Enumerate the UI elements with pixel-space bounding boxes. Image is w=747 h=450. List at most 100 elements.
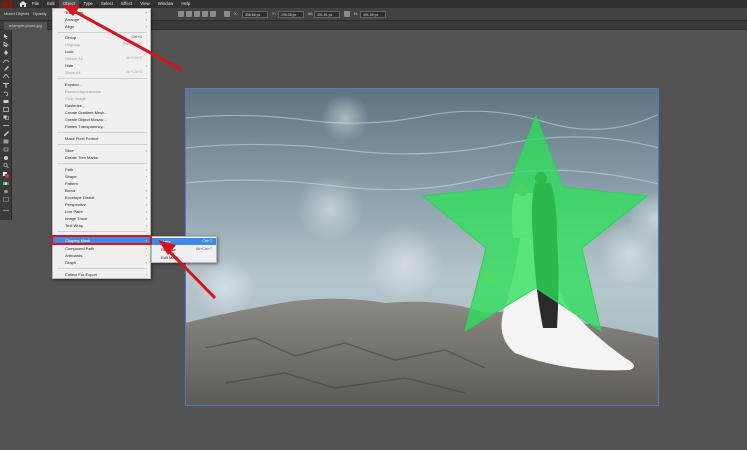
eraser-tool-icon[interactable] [3, 99, 9, 104]
menu-item-rasterize[interactable]: Rasterize... [53, 102, 150, 109]
menu-item-expand[interactable]: Expand... [53, 81, 150, 88]
menu-item-create-object-mosaic[interactable]: Create Object Mosaic... [53, 116, 150, 123]
tools-panel [0, 30, 12, 220]
menu-separator [57, 231, 147, 232]
align-right-icon[interactable] [194, 11, 200, 17]
align-center-icon[interactable] [186, 11, 192, 17]
lens-flare [367, 225, 443, 301]
x-field[interactable]: 308.86 px [242, 10, 268, 18]
zoom-tool-icon[interactable] [3, 163, 9, 168]
y-label: Y: [272, 11, 276, 16]
color-mode-icon[interactable] [3, 181, 9, 186]
menu-item-crop-image[interactable]: Crop Image [53, 95, 150, 102]
app-logo [2, 0, 12, 8]
menu-item-flatten-transparency[interactable]: Flatten Transparency... [53, 123, 150, 130]
menu-effect[interactable]: Effect [117, 0, 136, 8]
menu-item-slice[interactable]: Slice › [53, 147, 150, 154]
rotate-tool-icon[interactable] [3, 91, 9, 96]
menu-item-show-all[interactable]: Show All Alt+Ctrl+3 [53, 69, 150, 76]
y-field[interactable]: 208.08 px [278, 10, 304, 18]
menu-item-artboards[interactable]: Artboards › [53, 252, 150, 259]
direct-selection-tool-icon[interactable] [3, 42, 9, 47]
menu-item-graph[interactable]: Graph › [53, 259, 150, 266]
selection-tool-icon[interactable] [3, 34, 9, 39]
align-middle-icon[interactable] [210, 11, 216, 17]
menu-item-unlock-all[interactable]: Unlock All Alt+Ctrl+2 [53, 55, 150, 62]
menu-separator [57, 132, 147, 133]
align-top-icon[interactable] [202, 11, 208, 17]
lens-flare [321, 94, 369, 142]
menu-item-lock[interactable]: Lock › [53, 48, 150, 55]
submenu-item-make[interactable]: Make Ctrl+7 [152, 238, 216, 245]
menu-separator [57, 32, 147, 33]
more-tools-icon[interactable] [3, 208, 9, 213]
reference-point-icon[interactable] [224, 11, 230, 17]
menu-item-blend[interactable]: Blend › [53, 187, 150, 194]
lens-flare [296, 174, 364, 242]
screen-mode-icon[interactable] [3, 197, 9, 202]
menu-edit[interactable]: Edit [43, 0, 59, 8]
width-field[interactable]: 301.81 px [314, 10, 340, 18]
menu-item-arrange[interactable]: Arrange › [53, 16, 150, 23]
menu-item-group[interactable]: Group Ctrl+G [53, 34, 150, 41]
menu-bar: File Edit Object Type Select Effect View… [0, 0, 747, 14]
menu-item-perspective[interactable]: Perspective › [53, 201, 150, 208]
width-tool-icon[interactable] [3, 123, 9, 128]
tab-document[interactable]: example-photo.jpg [4, 22, 47, 30]
rectangle-tool-icon[interactable] [3, 107, 9, 112]
menu-item-ungroup[interactable]: Ungroup Shift+Ctrl+G [53, 41, 150, 48]
hand-tool-icon[interactable] [3, 155, 9, 160]
menu-item-envelope-distort[interactable]: Envelope Distort › [53, 194, 150, 201]
link-icon[interactable] [344, 11, 350, 17]
height-field[interactable]: 401.59 px [360, 10, 386, 18]
menu-item-expand-appearance[interactable]: Expand Appearance [53, 88, 150, 95]
menu-file[interactable]: File [28, 0, 43, 8]
workspace-grid-icon[interactable] [198, 1, 206, 14]
menu-separator [57, 163, 147, 164]
mixed-objects-label: Mixed Objects [4, 11, 30, 16]
eyedropper-tool-icon[interactable] [3, 131, 9, 136]
artboard-tool-icon[interactable] [3, 147, 9, 152]
scale-tool-icon[interactable] [3, 115, 9, 120]
x-label: X: [234, 11, 238, 16]
menu-item-shape[interactable]: Shape › [53, 173, 150, 180]
menu-separator [57, 144, 147, 145]
menu-select[interactable]: Select [97, 0, 117, 8]
lens-flare [195, 258, 255, 318]
menu-item-pattern[interactable]: Pattern › [53, 180, 150, 187]
menu-item-make-pixel-perfect[interactable]: Make Pixel Perfect [53, 135, 150, 142]
menu-item-compound-path[interactable]: Compound Path › [53, 245, 150, 252]
gradient-tool-icon[interactable] [3, 139, 9, 144]
menu-item-hide[interactable]: Hide › [53, 62, 150, 69]
opacity-label[interactable]: Opacity [33, 11, 47, 17]
menu-view[interactable]: View [136, 0, 153, 8]
artboard-photo[interactable] [185, 88, 659, 406]
menu-item-text-wrap[interactable]: Text Wrap › [53, 222, 150, 229]
menu-item-align[interactable]: Align › [53, 23, 150, 30]
illustrator-window: File Edit Object Type Select Effect View… [0, 0, 747, 450]
submenu-item-release[interactable]: Release Alt+Ctrl+7 [152, 246, 216, 253]
menu-item-live-paint[interactable]: Live Paint › [53, 208, 150, 215]
home-icon[interactable] [18, 0, 28, 8]
type-tool-icon[interactable] [3, 83, 9, 88]
menu-window[interactable]: Window [154, 0, 178, 8]
fill-stroke-icon[interactable] [3, 172, 9, 178]
brush-tool-icon[interactable] [3, 66, 9, 71]
w-label: W: [308, 11, 313, 16]
shaper-tool-icon[interactable] [3, 74, 9, 79]
menu-help[interactable]: Help [177, 0, 194, 8]
menu-item-create-trim-marks[interactable]: Create Trim Marks [53, 154, 150, 161]
submenu-item-edit-mask[interactable]: Edit Mask [152, 254, 216, 261]
menu-type[interactable]: Type [79, 0, 97, 8]
pen-tool-icon[interactable] [3, 50, 9, 55]
menu-item-path[interactable]: Path › [53, 166, 150, 173]
menu-item-collect-for-export[interactable]: Collect For Export › [53, 271, 150, 278]
align-left-icon[interactable] [178, 11, 184, 17]
menu-item-image-trace[interactable]: Image Trace › [53, 215, 150, 222]
draw-mode-icon[interactable] [3, 189, 9, 194]
menu-item-create-gradient-mesh[interactable]: Create Gradient Mesh... [53, 109, 150, 116]
menu-item-transform[interactable]: Transform › [53, 9, 150, 16]
curvature-tool-icon[interactable] [3, 58, 9, 63]
menu-object[interactable]: Object [58, 0, 80, 8]
menu-separator [57, 268, 147, 269]
